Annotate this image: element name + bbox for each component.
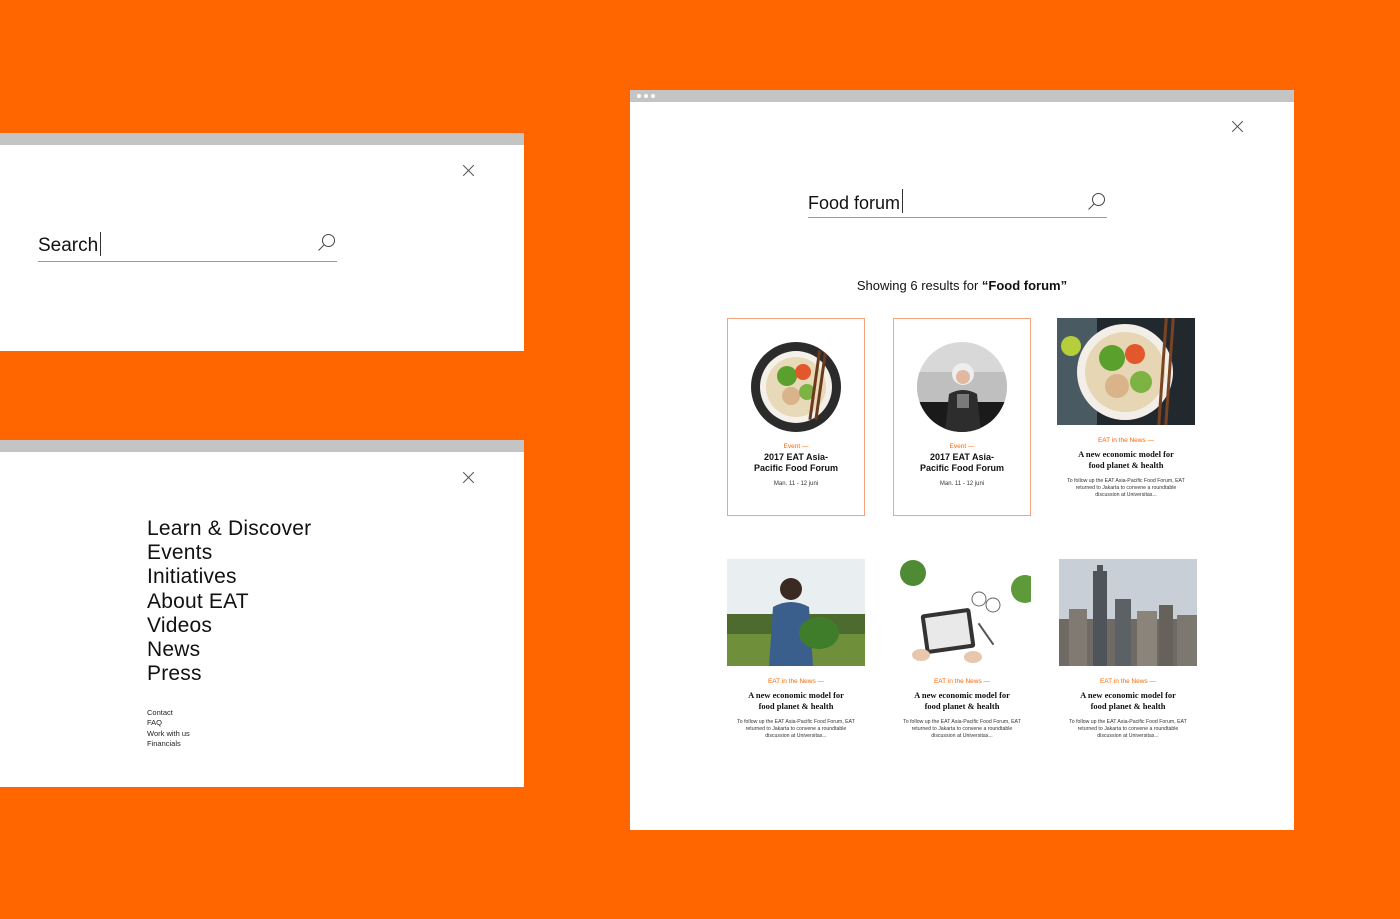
result-card[interactable]: EAT in the News — A new economic model f…	[1059, 559, 1197, 740]
card-category: EAT in the News —	[767, 678, 825, 685]
window-title-bar	[630, 90, 1294, 102]
card-image-tablet	[893, 559, 1031, 666]
card-image-city-skyline	[1059, 559, 1197, 666]
menu-window: Learn & Discover Events Initiatives Abou…	[0, 440, 524, 787]
card-title-line1[interactable]: A new economic model for	[727, 690, 865, 701]
card-excerpt: To follow up the EAT Asia-Pacific Food F…	[1069, 719, 1187, 739]
card-date: Man. 11 - 12 juni	[939, 481, 985, 487]
card-date: Man. 11 - 12 juni	[773, 481, 819, 487]
result-card[interactable]: EAT in the News — A new economic model f…	[1057, 318, 1195, 499]
card-excerpt: To follow up the EAT Asia-Pacific Food F…	[737, 719, 855, 739]
card-title-line1[interactable]: A new economic model for	[1057, 449, 1195, 460]
results-summary: Showing 6 results for “Food forum”	[630, 278, 1294, 293]
result-card[interactable]: Event — 2017 EAT Asia- Pacific Food Foru…	[727, 318, 865, 516]
card-title-line1[interactable]: 2017 EAT Asia-	[728, 452, 864, 463]
menu-item-work-with-us[interactable]: Work with us	[147, 729, 190, 739]
results-summary-prefix: Showing 6 results for	[856, 278, 982, 293]
search-icon[interactable]	[1087, 192, 1107, 212]
card-title-line2[interactable]: food planet & health	[1059, 701, 1197, 712]
card-category: Event —	[783, 443, 809, 450]
main-menu: Learn & Discover Events Initiatives Abou…	[147, 517, 311, 686]
result-card[interactable]: EAT in the News — A new economic model f…	[727, 559, 865, 740]
search-input-text[interactable]: Food forum	[808, 193, 900, 213]
card-excerpt: To follow up the EAT Asia-Pacific Food F…	[1067, 478, 1185, 498]
search-input-text[interactable]: Search	[38, 236, 98, 256]
search-input[interactable]: Search	[38, 231, 337, 262]
search-window: Search	[0, 133, 524, 351]
results-window: Food forum Showing 6 results for “Food f…	[630, 90, 1294, 830]
window-title-bar	[0, 133, 524, 145]
result-card[interactable]: Event — 2017 EAT Asia- Pacific Food Foru…	[893, 318, 1031, 516]
card-title-line2[interactable]: food planet & health	[727, 701, 865, 712]
menu-item-videos[interactable]: Videos	[147, 614, 311, 638]
text-caret	[902, 189, 904, 213]
menu-item-about-eat[interactable]: About EAT	[147, 590, 311, 614]
text-caret	[100, 232, 102, 256]
card-title-line2[interactable]: food planet & health	[1057, 460, 1195, 471]
menu-item-events[interactable]: Events	[147, 541, 311, 565]
close-icon[interactable]	[462, 471, 476, 485]
results-summary-query: “Food forum”	[981, 278, 1068, 293]
card-category: EAT in the News —	[933, 678, 991, 685]
menu-item-press[interactable]: Press	[147, 662, 311, 686]
card-category: EAT in the News —	[1099, 678, 1157, 685]
menu-item-news[interactable]: News	[147, 638, 311, 662]
card-title-line2[interactable]: food planet & health	[893, 701, 1031, 712]
card-title-line2[interactable]: Pacific Food Forum	[894, 463, 1030, 474]
card-excerpt: To follow up the EAT Asia-Pacific Food F…	[903, 719, 1021, 739]
result-card[interactable]: EAT in the News — A new economic model f…	[893, 559, 1031, 740]
close-icon[interactable]	[462, 164, 476, 178]
card-image-speaker	[917, 342, 1007, 432]
card-title-line1[interactable]: 2017 EAT Asia-	[894, 452, 1030, 463]
search-icon[interactable]	[317, 233, 337, 253]
window-title-bar	[0, 440, 524, 452]
card-image-food-bowl	[751, 342, 841, 432]
menu-item-faq[interactable]: FAQ	[147, 718, 190, 728]
secondary-menu: Contact FAQ Work with us Financials	[147, 708, 190, 749]
card-title-line1[interactable]: A new economic model for	[893, 690, 1031, 701]
card-category: EAT in the News —	[1097, 437, 1155, 444]
window-dots	[637, 94, 655, 98]
card-image-food-bowl	[1057, 318, 1195, 425]
card-title-line2[interactable]: Pacific Food Forum	[728, 463, 864, 474]
menu-item-contact[interactable]: Contact	[147, 708, 190, 718]
menu-item-initiatives[interactable]: Initiatives	[147, 565, 311, 589]
menu-item-learn-discover[interactable]: Learn & Discover	[147, 517, 311, 541]
card-category: Event —	[949, 443, 975, 450]
search-input[interactable]: Food forum	[808, 188, 1107, 218]
menu-item-financials[interactable]: Financials	[147, 739, 190, 749]
card-image-farmer	[727, 559, 865, 666]
card-title-line1[interactable]: A new economic model for	[1059, 690, 1197, 701]
close-icon[interactable]	[1231, 120, 1245, 134]
